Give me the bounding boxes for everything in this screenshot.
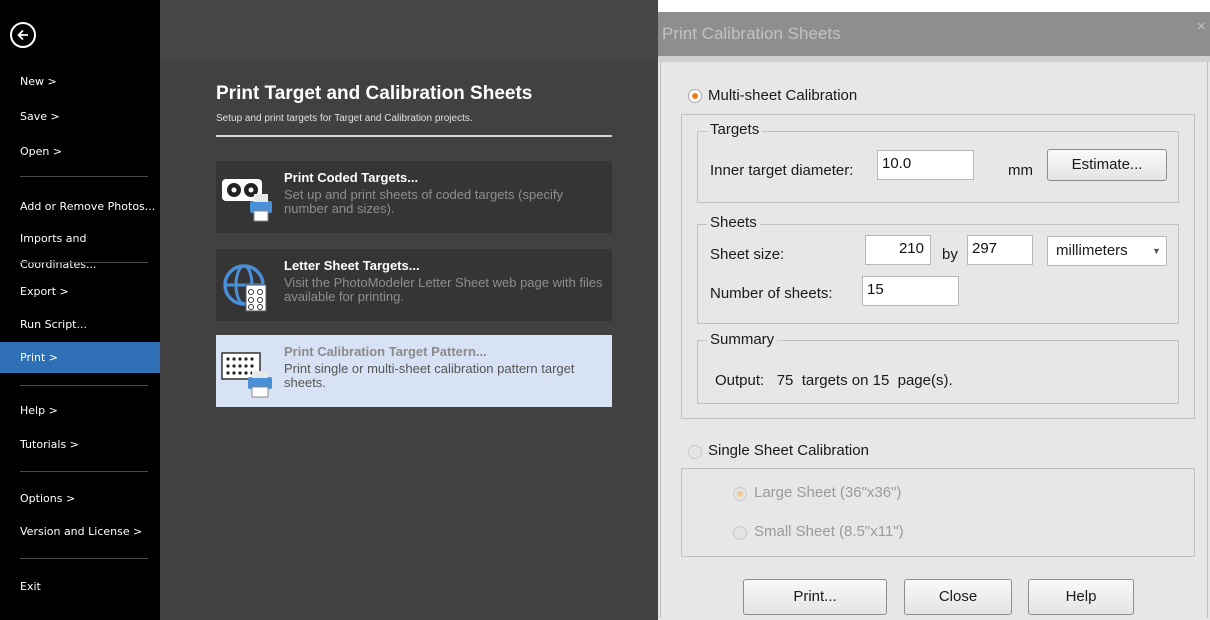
large-sheet-radio[interactable] — [733, 487, 747, 501]
number-of-sheets-label: Number of sheets: — [710, 285, 833, 302]
summary-output: Output: 75 targets on 15 page(s). — [715, 372, 953, 389]
menu-divider — [20, 176, 148, 177]
menu-item-exit[interactable]: Exit — [20, 574, 160, 600]
menu-item-export[interactable]: Export > — [20, 279, 160, 305]
multi-sheet-radio[interactable] — [688, 89, 702, 103]
panel-top-strip — [160, 0, 658, 60]
option-title: Print Calibration Target Pattern... — [284, 344, 487, 359]
unit-dropdown[interactable]: millimeters ▼ — [1047, 236, 1167, 266]
back-arrow-icon[interactable] — [10, 22, 36, 48]
option-description: Visit the PhotoModeler Letter Sheet web … — [284, 275, 603, 304]
targets-group-label: Targets — [707, 121, 763, 138]
summary-group-label: Summary — [707, 331, 778, 348]
inner-diameter-label: Inner target diameter: — [710, 162, 854, 179]
menu-divider — [20, 558, 148, 559]
sheet-height-input[interactable]: 297 — [967, 235, 1033, 265]
multi-sheet-label: Multi-sheet Calibration — [708, 87, 858, 104]
small-sheet-radio[interactable] — [733, 526, 747, 540]
estimate-button[interactable]: Estimate... — [1047, 149, 1167, 181]
menu-item-add-remove-photos[interactable]: Add or Remove Photos... — [20, 194, 160, 220]
sheets-group-label: Sheets — [707, 214, 760, 231]
close-button[interactable]: Close — [904, 579, 1012, 615]
menu-item-print[interactable]: Print > — [0, 342, 160, 373]
menu-item-open[interactable]: Open > — [20, 139, 160, 165]
globe-target-sheet-icon — [220, 263, 276, 313]
option-print-coded-targets[interactable]: Print Coded Targets... Set up and print … — [216, 161, 612, 233]
inner-diameter-input[interactable]: 10.0 — [877, 150, 974, 180]
single-sheet-group — [681, 468, 1195, 557]
menu-item-new[interactable]: New > — [20, 69, 160, 95]
menu-item-imports-coordinates[interactable]: Imports and Coordinates... — [20, 226, 160, 271]
menu-item-run-script[interactable]: Run Script... — [20, 312, 160, 338]
number-of-sheets-input[interactable]: 15 — [862, 276, 959, 306]
menu-divider — [20, 262, 148, 263]
by-label: by — [942, 246, 958, 263]
single-sheet-radio[interactable] — [688, 445, 702, 459]
dialog-title: Print Calibration Sheets — [662, 24, 841, 43]
option-letter-sheet-targets[interactable]: Letter Sheet Targets... Visit the PhotoM… — [216, 249, 612, 321]
small-sheet-label: Small Sheet (8.5"x11") — [754, 523, 904, 540]
unit-selected-value: millimeters — [1056, 242, 1128, 259]
single-sheet-label: Single Sheet Calibration — [708, 442, 869, 459]
option-description: Print single or multi-sheet calibration … — [284, 361, 575, 390]
backstage-menu: New > Save > Open > Add or Remove Photos… — [0, 0, 160, 620]
diameter-unit: mm — [1008, 162, 1033, 179]
help-button[interactable]: Help — [1028, 579, 1134, 615]
menu-item-version-license[interactable]: Version and License > — [20, 519, 160, 545]
menu-item-options[interactable]: Options > — [20, 486, 160, 512]
close-icon[interactable]: × — [1197, 18, 1206, 35]
sheet-width-input[interactable]: 210 — [865, 235, 931, 265]
menu-divider — [20, 385, 148, 386]
menu-divider — [20, 471, 148, 472]
option-title: Print Coded Targets... — [284, 170, 419, 185]
dialog-top-strip — [658, 0, 1210, 12]
option-description: Set up and print sheets of coded targets… — [284, 187, 563, 216]
option-print-calibration-pattern[interactable]: Print Calibration Target Pattern... Prin… — [216, 335, 612, 407]
calibration-grid-printer-icon — [220, 349, 276, 399]
menu-item-save[interactable]: Save > — [20, 104, 160, 130]
option-title: Letter Sheet Targets... — [284, 258, 420, 273]
sheet-size-label: Sheet size: — [710, 246, 785, 263]
title-divider — [216, 135, 612, 137]
coded-targets-printer-icon — [220, 175, 276, 225]
large-sheet-label: Large Sheet (36"x36") — [754, 484, 902, 501]
page-title: Print Target and Calibration Sheets — [216, 83, 533, 104]
print-button[interactable]: Print... — [743, 579, 887, 615]
menu-item-help[interactable]: Help > — [20, 398, 160, 424]
page-subtitle: Setup and print targets for Target and C… — [216, 113, 473, 124]
chevron-down-icon: ▼ — [1152, 246, 1161, 256]
menu-item-tutorials[interactable]: Tutorials > — [20, 432, 160, 458]
